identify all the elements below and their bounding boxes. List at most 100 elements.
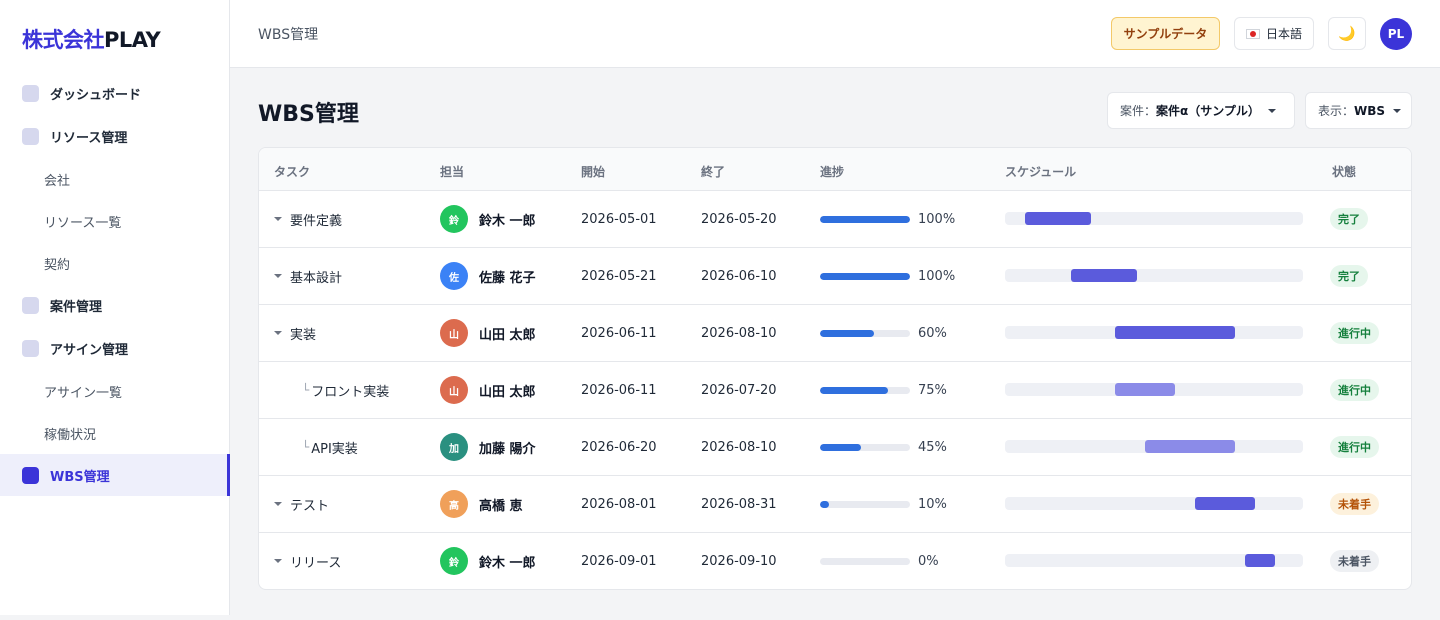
start-date-cell: 2026-06-20 xyxy=(581,419,657,475)
progress-bar-fill xyxy=(820,443,861,451)
sidebar-subitem-assign-list[interactable]: アサイン一覧 xyxy=(44,382,122,401)
gantt-track xyxy=(1005,554,1303,567)
sidebar-item-resource[interactable]: リソース管理 xyxy=(0,115,230,157)
assignee-cell: 佐 佐藤 花子 xyxy=(440,248,536,304)
project-filter-label: 案件： xyxy=(1120,104,1157,118)
end-date-cell: 2026-09-10 xyxy=(701,533,777,589)
view-filter-value: WBS xyxy=(1354,103,1386,118)
project-icon xyxy=(22,296,39,314)
expand-caret-icon[interactable] xyxy=(274,217,282,221)
task-name[interactable]: 要件定義 xyxy=(290,210,342,229)
dashboard-icon xyxy=(22,84,39,102)
start-date: 2026-05-21 xyxy=(581,268,657,284)
table-row[interactable]: 基本設計 佐 佐藤 花子 2026-05-21 2026-06-10 100% … xyxy=(259,248,1411,305)
expand-caret-icon[interactable] xyxy=(274,274,282,278)
progress-bar-fill xyxy=(820,329,874,337)
table-row[interactable]: テスト 高 高橋 恵 2026-08-01 2026-08-31 10% 未着手 xyxy=(259,476,1411,533)
project-filter-dropdown[interactable]: 案件： 案件α（サンプル） xyxy=(1107,92,1295,129)
expand-caret-icon[interactable] xyxy=(274,559,282,563)
gantt-bar[interactable] xyxy=(1115,383,1175,396)
status-badge: 進行中 xyxy=(1330,379,1379,401)
task-name[interactable]: API実装 xyxy=(311,438,358,457)
assignee-name: 山田 太郎 xyxy=(479,327,536,343)
start-date: 2026-06-20 xyxy=(581,439,657,455)
company-logo[interactable]: 株式会社PLAY xyxy=(22,24,161,54)
task-name[interactable]: フロント実装 xyxy=(311,381,389,400)
task-name[interactable]: リリース xyxy=(290,552,341,571)
assignee-name: 高橋 恵 xyxy=(479,498,523,514)
sample-data-badge[interactable]: サンプルデータ xyxy=(1111,17,1220,50)
sidebar-item-wbs[interactable]: WBS管理 xyxy=(0,454,230,496)
sidebar-item-project[interactable]: 案件管理 xyxy=(0,284,230,326)
progress-percent: 100% xyxy=(918,268,956,284)
expand-caret-icon[interactable] xyxy=(274,331,282,335)
start-date-cell: 2026-06-11 xyxy=(581,362,657,418)
end-date-cell: 2026-08-10 xyxy=(701,305,777,361)
status-badge: 完了 xyxy=(1330,208,1368,230)
table-row[interactable]: 実装 山 山田 太郎 2026-06-11 2026-08-10 60% 進行中 xyxy=(259,305,1411,362)
column-header-start: 開始 xyxy=(581,165,606,179)
expand-caret-icon[interactable] xyxy=(274,502,282,506)
status-badge: 完了 xyxy=(1330,265,1368,287)
gantt-bar[interactable] xyxy=(1071,269,1137,282)
column-header-end: 終了 xyxy=(701,165,726,179)
breadcrumb: WBS管理 xyxy=(258,27,319,43)
status-badge: 進行中 xyxy=(1330,436,1379,458)
assignee-avatar: 佐 xyxy=(440,262,468,290)
status-badge: 進行中 xyxy=(1330,322,1379,344)
start-date: 2026-06-11 xyxy=(581,382,657,398)
task-name[interactable]: 実装 xyxy=(290,324,316,343)
sidebar-item-assign[interactable]: アサイン管理 xyxy=(0,327,230,369)
assignee-avatar: 鈴 xyxy=(440,547,468,575)
progress-percent: 0% xyxy=(918,553,939,569)
task-name[interactable]: テスト xyxy=(290,495,329,514)
gantt-bar[interactable] xyxy=(1145,440,1235,453)
sidebar-subitem-utilization[interactable]: 稼働状況 xyxy=(44,424,96,443)
sidebar-item-label: リソース管理 xyxy=(50,130,128,146)
start-date: 2026-05-01 xyxy=(581,211,657,227)
progress-percent: 60% xyxy=(918,325,947,341)
gantt-bar[interactable] xyxy=(1195,497,1255,510)
gantt-bar[interactable] xyxy=(1115,326,1235,339)
table-row[interactable]: 要件定義 鈴 鈴木 一郎 2026-05-01 2026-05-20 100% … xyxy=(259,191,1411,248)
sidebar-subitem-contract[interactable]: 契約 xyxy=(44,254,70,273)
sidebar-subitem-resource-list[interactable]: リソース一覧 xyxy=(44,212,121,231)
gantt-track xyxy=(1005,383,1303,396)
theme-toggle-button[interactable]: 🌙 xyxy=(1328,17,1366,50)
assign-icon xyxy=(22,339,39,357)
wbs-icon xyxy=(22,466,39,484)
progress-cell: 0% xyxy=(820,533,939,589)
assignee-name: 加藤 陽介 xyxy=(479,441,536,457)
sidebar-subitem-company[interactable]: 会社 xyxy=(44,170,70,189)
sidebar-item-label: アサイン管理 xyxy=(50,342,129,358)
user-avatar[interactable]: PL xyxy=(1380,18,1412,50)
status-badge: 未着手 xyxy=(1330,550,1379,572)
start-date-cell: 2026-09-01 xyxy=(581,533,657,589)
table-row[interactable]: └ フロント実装 山 山田 太郎 2026-06-11 2026-07-20 7… xyxy=(259,362,1411,419)
assignee-name: 山田 太郎 xyxy=(479,384,536,400)
assignee-name: 鈴木 一郎 xyxy=(479,213,536,229)
table-row[interactable]: リリース 鈴 鈴木 一郎 2026-09-01 2026-09-10 0% 未着… xyxy=(259,533,1411,589)
end-date: 2026-09-10 xyxy=(701,553,777,569)
language-button[interactable]: 日本語 xyxy=(1234,17,1314,50)
tree-branch-icon: └ xyxy=(302,383,310,397)
task-cell: └ フロント実装 xyxy=(302,362,389,418)
logo-text-play: PLAY xyxy=(104,28,161,52)
progress-percent: 45% xyxy=(918,439,947,455)
end-date-cell: 2026-08-31 xyxy=(701,476,777,532)
sidebar-item-dashboard[interactable]: ダッシュボード xyxy=(0,72,230,114)
gantt-bar[interactable] xyxy=(1245,554,1275,567)
gantt-track xyxy=(1005,440,1303,453)
view-filter-dropdown[interactable]: 表示： WBS xyxy=(1305,92,1412,129)
tree-branch-icon: └ xyxy=(302,440,310,454)
end-date-cell: 2026-08-10 xyxy=(701,419,777,475)
task-name[interactable]: 基本設計 xyxy=(290,267,342,286)
progress-bar-fill xyxy=(820,500,829,508)
table-header: タスク 担当 開始 終了 進捗 スケジュール 状態 xyxy=(259,148,1411,191)
assignee-avatar: 山 xyxy=(440,319,468,347)
assignee-name: 佐藤 花子 xyxy=(479,270,536,286)
end-date: 2026-08-31 xyxy=(701,496,777,512)
view-filter-label: 表示： xyxy=(1318,104,1355,118)
gantt-bar[interactable] xyxy=(1025,212,1091,225)
table-row[interactable]: └ API実装 加 加藤 陽介 2026-06-20 2026-08-10 45… xyxy=(259,419,1411,476)
